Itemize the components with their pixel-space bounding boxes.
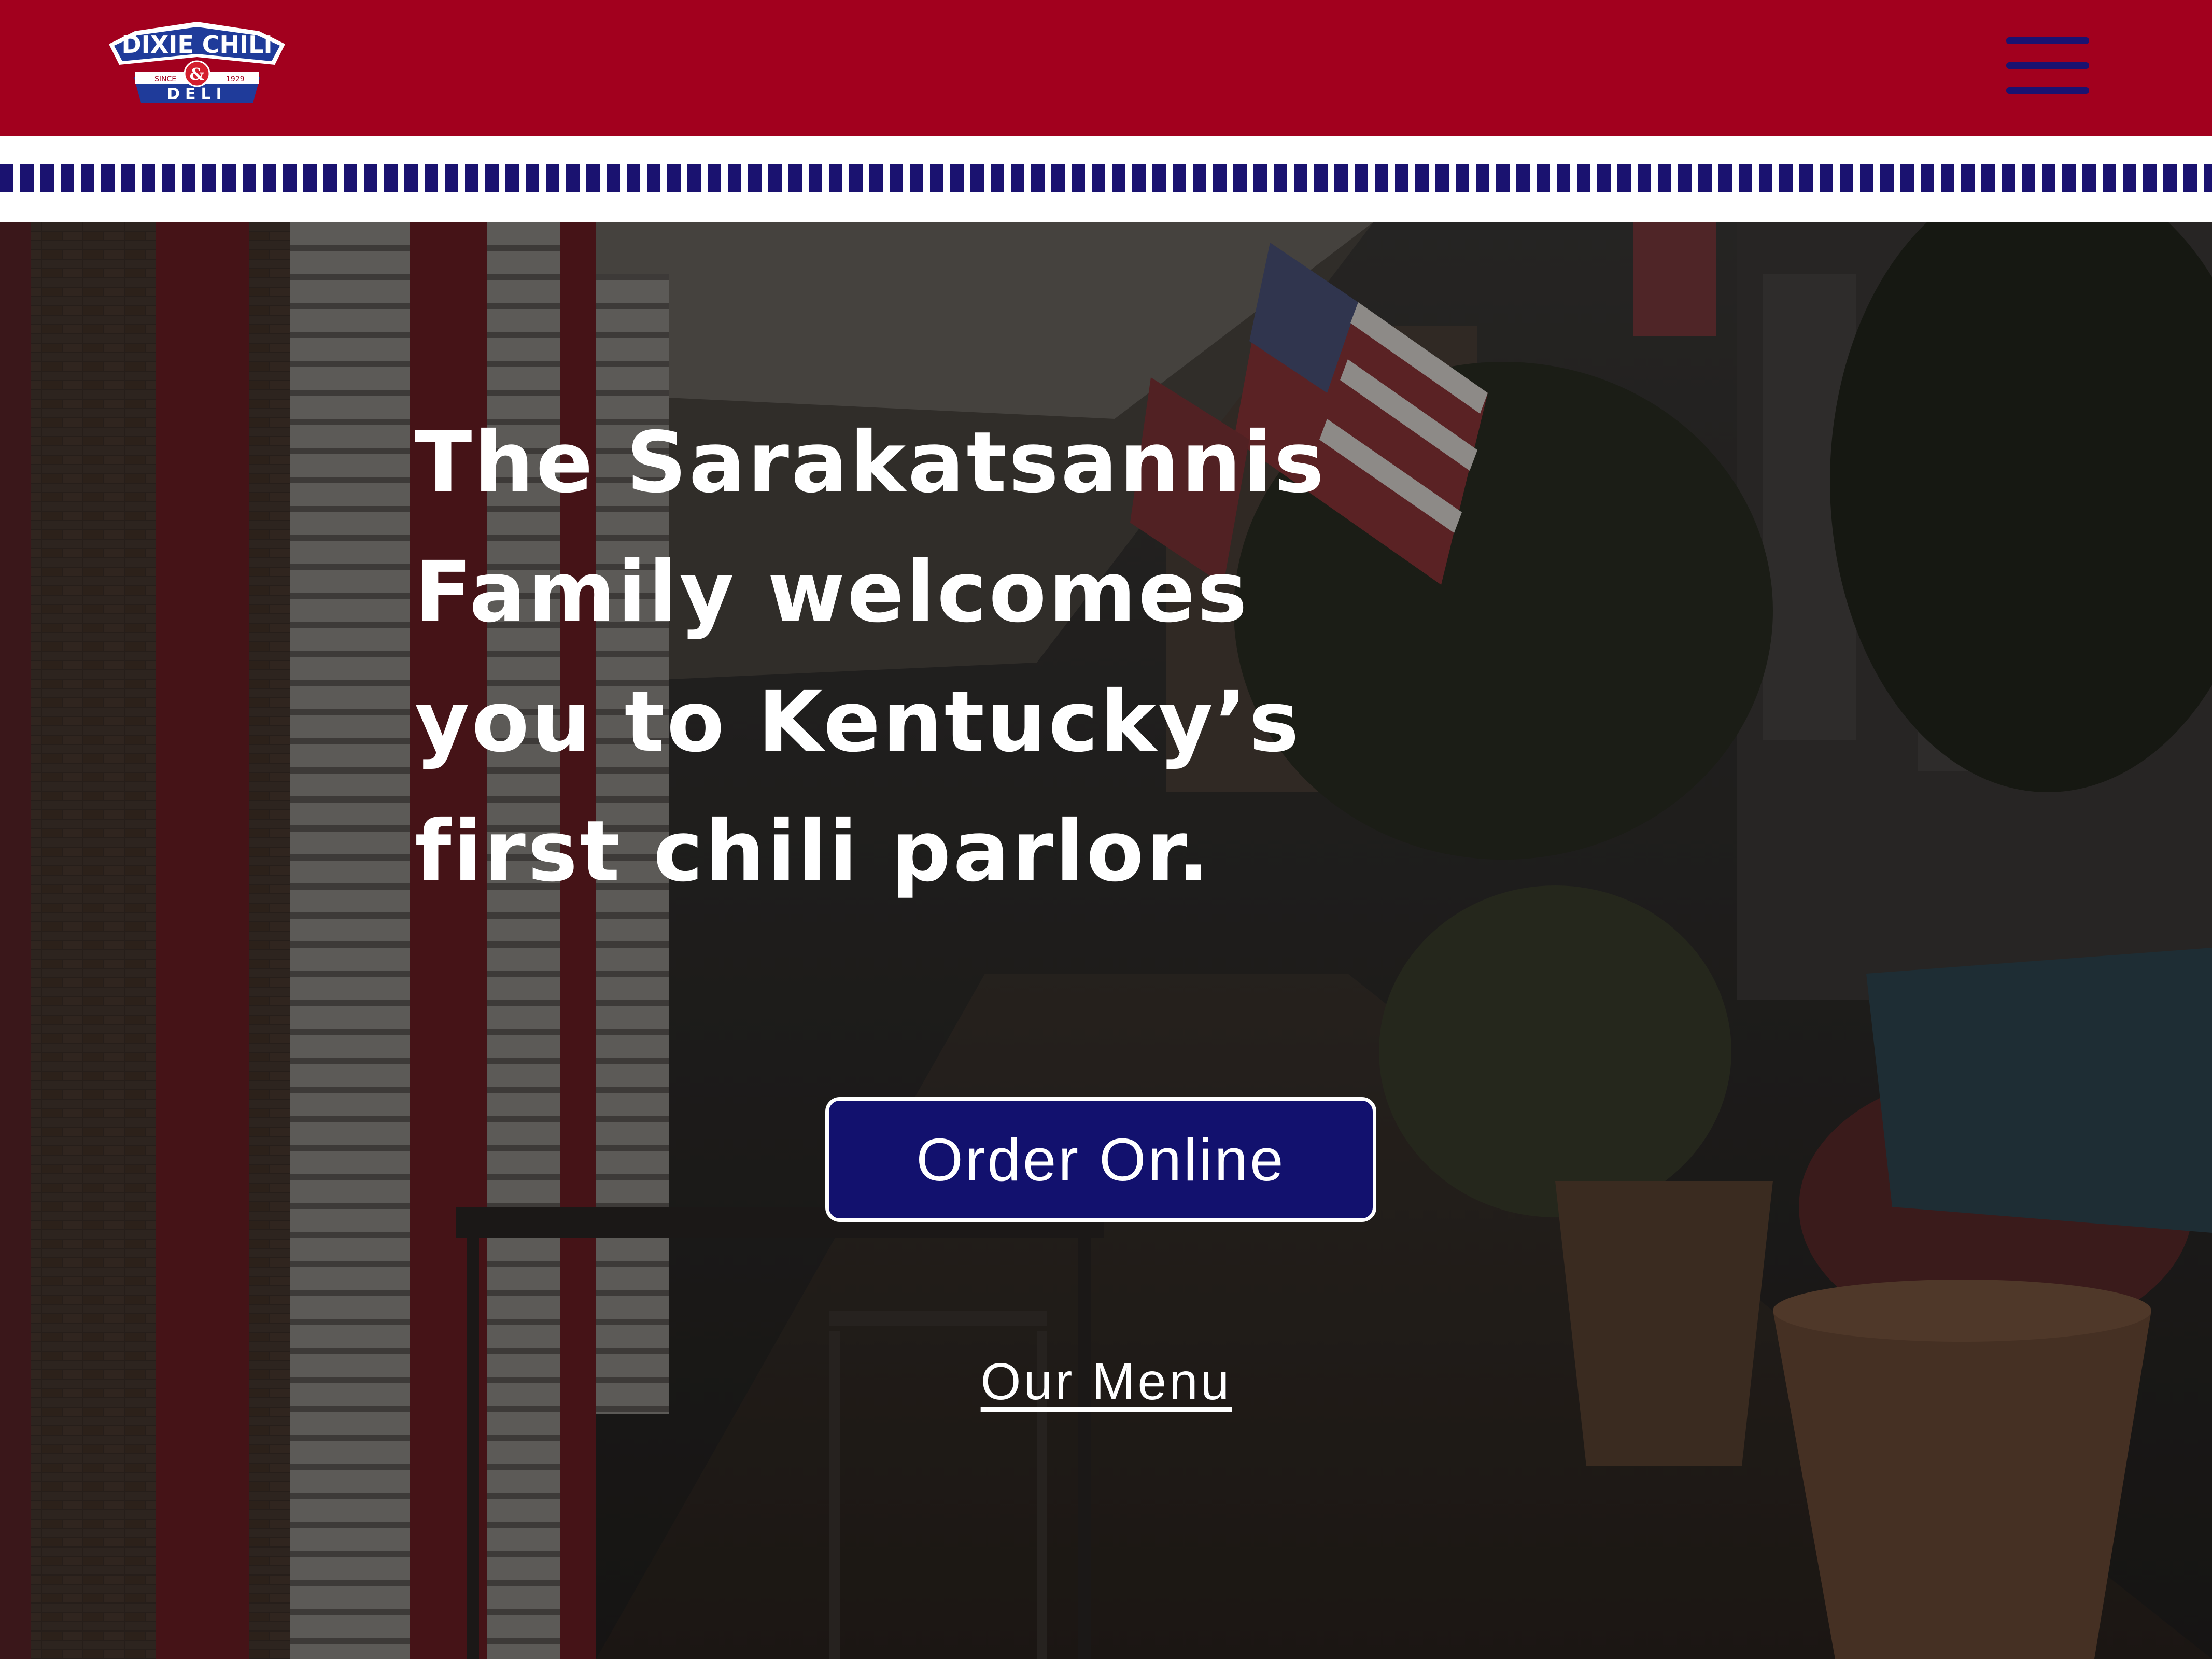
logo-top-text: DIXIE CHILI bbox=[121, 31, 272, 59]
our-menu-link[interactable]: Our Menu bbox=[933, 1352, 1279, 1412]
menu-bar bbox=[2006, 62, 2089, 69]
stripe-ticks bbox=[0, 164, 2212, 192]
hero-heading-line: The Sarakatsannis bbox=[415, 414, 1327, 512]
dixie-chili-logo[interactable]: DIXIE CHILI SINCE 1929 & DELI bbox=[104, 16, 290, 119]
decorative-stripe-band bbox=[0, 136, 2212, 222]
hero-heading: The Sarakatsannis Family welcomes you to… bbox=[415, 398, 1400, 917]
hamburger-menu-icon[interactable] bbox=[2006, 37, 2089, 95]
svg-text:SINCE: SINCE bbox=[154, 75, 176, 83]
site-header: DIXIE CHILI SINCE 1929 & DELI bbox=[0, 0, 2212, 136]
svg-text:1929: 1929 bbox=[226, 75, 245, 83]
menu-bar bbox=[2006, 37, 2089, 44]
svg-text:DELI: DELI bbox=[167, 85, 227, 103]
hero-heading-line: you to Kentucky’s bbox=[415, 673, 1301, 771]
order-online-button[interactable]: Order Online bbox=[825, 1097, 1376, 1222]
hero-heading-line: Family welcomes bbox=[415, 544, 1249, 641]
svg-text:&: & bbox=[190, 64, 205, 84]
hero-section: The Sarakatsannis Family welcomes you to… bbox=[0, 222, 2212, 1659]
hero-heading-line: first chili parlor. bbox=[415, 803, 1211, 901]
menu-bar bbox=[2006, 87, 2089, 94]
